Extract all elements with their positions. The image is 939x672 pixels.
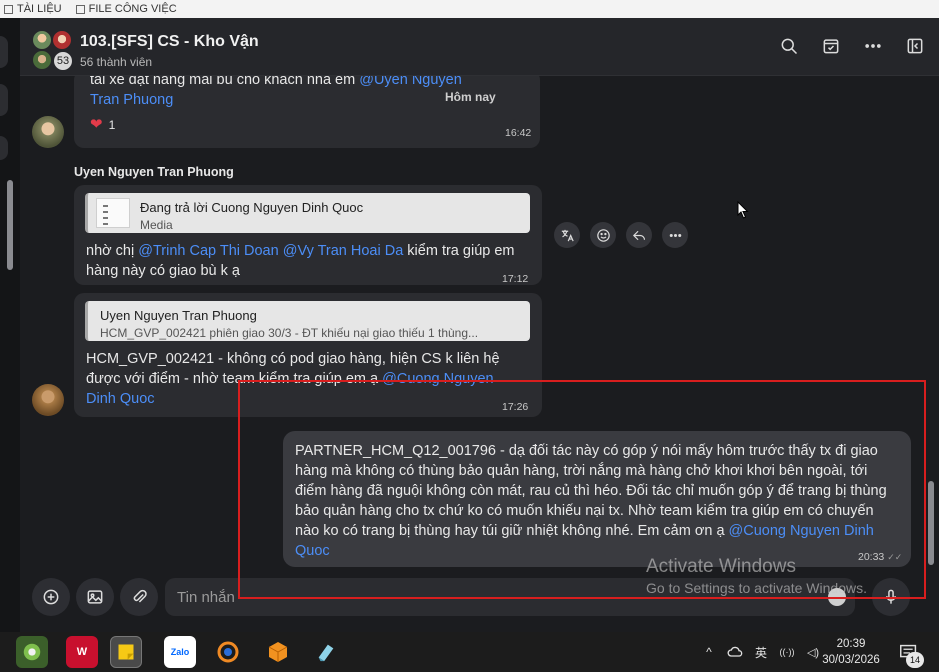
cube-icon (268, 642, 288, 662)
message-text: PARTNER_HCM_Q12_001796 - dạ đối tác này … (295, 443, 887, 559)
header-actions (779, 36, 925, 56)
plus-circle-icon (43, 589, 59, 605)
tool-icon (318, 644, 334, 662)
bookmark-label: TÀI LIỆU (17, 3, 62, 15)
quote-subtitle: Media (140, 218, 173, 232)
taskbar-app-circle[interactable] (212, 636, 244, 668)
quote-subtitle: HCM_GVP_002421 phiên giao 30/3 - ĐT khiế… (100, 326, 479, 340)
mention-link[interactable]: @Trinh Cap Thi Doan (138, 243, 278, 259)
avatar[interactable] (32, 116, 64, 148)
folder-icon (75, 4, 85, 14)
reply-quote[interactable]: Uyen Nguyen Tran Phuong HCM_GVP_002421 p… (85, 301, 530, 341)
clock-date: 30/03/2026 (822, 654, 880, 666)
mouse-cursor-icon (737, 201, 749, 219)
system-tray: ^ 英 ((·)) ◁) (700, 632, 822, 672)
reaction[interactable]: ❤ 1 (90, 115, 115, 135)
browser-icon (23, 643, 41, 661)
rail-item[interactable] (0, 84, 8, 116)
chat-scrollbar[interactable] (928, 481, 934, 565)
avatar[interactable] (32, 384, 64, 416)
member-avatar (32, 30, 52, 50)
message-bubble[interactable]: tài xế đặt hàng mài bù cho khách nha em … (74, 76, 540, 148)
group-title[interactable]: 103.[SFS] CS - Kho Vận (80, 33, 259, 51)
rail-item[interactable] (0, 136, 8, 160)
more-icon[interactable] (863, 36, 883, 56)
image-button[interactable] (76, 578, 114, 616)
date-divider: Hôm nay (445, 90, 496, 104)
media-thumbnail (96, 198, 130, 228)
member-count-badge: 53 (52, 50, 74, 72)
attach-button[interactable] (120, 578, 158, 616)
heart-icon: ❤ (90, 116, 103, 133)
watermark-title: Activate Windows (646, 556, 796, 577)
member-avatar (52, 30, 72, 50)
mention-link[interactable]: @Vy Tran Hoai Da (283, 243, 404, 259)
app-ring-icon (217, 641, 239, 663)
message-list[interactable]: tài xế đặt hàng mài bù cho khách nha em … (20, 76, 939, 572)
tray-expand-icon[interactable]: ^ (700, 643, 718, 661)
rail-item[interactable] (0, 36, 8, 68)
watermark-subtitle: Go to Settings to activate Windows. (646, 580, 867, 596)
taskbar-app-tool[interactable] (310, 636, 342, 668)
bookmark-label: FILE CÔNG VIỆC (88, 3, 177, 15)
taskbar-app-orange[interactable] (262, 636, 294, 668)
message-time: 16:42 (505, 127, 532, 139)
sticky-note-icon (118, 644, 134, 660)
left-rail (0, 18, 20, 632)
wps-icon: W (76, 646, 88, 658)
message-text: nhờ chị @Trinh Cap Thi Doan @Vy Tran Hoa… (86, 243, 515, 279)
language-icon[interactable]: 英 (752, 643, 770, 661)
voice-button[interactable] (872, 578, 910, 616)
search-icon[interactable] (779, 36, 799, 56)
sidebar-toggle-icon[interactable] (905, 36, 925, 56)
chat-header: 53 103.[SFS] CS - Kho Vận 56 thành viên (20, 18, 939, 76)
wifi-icon[interactable]: ((·)) (778, 643, 796, 661)
bookmark-tai-lieu[interactable]: TÀI LIỆU (4, 3, 62, 15)
more-icon[interactable] (662, 222, 688, 248)
sender-name[interactable]: Uyen Nguyen Tran Phuong (74, 165, 234, 179)
own-message-bubble[interactable]: PARTNER_HCM_Q12_001796 - dạ đối tác này … (283, 431, 911, 567)
message-bubble[interactable]: Uyen Nguyen Tran Phuong HCM_GVP_002421 p… (74, 293, 542, 417)
microphone-icon (886, 589, 896, 604)
message-text: tài xế đặt hàng mài bù cho khách nha em … (90, 76, 490, 110)
clock[interactable]: 20:39 30/03/2026 (818, 636, 884, 668)
member-count[interactable]: 56 thành viên (80, 55, 152, 69)
image-icon (87, 590, 103, 604)
activation-watermark: Activate Windows Go to Settings to activ… (646, 556, 867, 596)
group-avatar[interactable]: 53 (32, 30, 74, 72)
bookmarks-bar: TÀI LIỆU FILE CÔNG VIỆC (0, 0, 939, 18)
read-status: ✓✓ (887, 552, 903, 562)
translate-icon[interactable] (554, 222, 580, 248)
taskbar-app-wps[interactable]: W (66, 636, 98, 668)
zalo-icon: Zalo (170, 647, 190, 657)
reply-quote[interactable]: Đang trả lời Cuong Nguyen Dinh Quoc Medi… (85, 193, 530, 233)
reaction-count: 1 (108, 118, 116, 132)
folder-icon (4, 4, 13, 14)
task-icon[interactable] (821, 36, 841, 56)
screen: TÀI LIỆU FILE CÔNG VIỆC 53 103.[SFS] CS … (0, 0, 939, 672)
message-actions (554, 222, 688, 248)
message-time: 17:26 (502, 401, 529, 413)
notification-badge: 14 (906, 652, 924, 668)
member-avatar (32, 50, 52, 70)
emoji-react-icon[interactable] (590, 222, 616, 248)
rail-scrollbar[interactable] (7, 180, 13, 270)
quote-title: Đang trả lời Cuong Nguyen Dinh Quoc (140, 200, 364, 215)
message-bubble[interactable]: Đang trả lời Cuong Nguyen Dinh Quoc Medi… (74, 185, 542, 285)
taskbar-app-zalo[interactable]: Zalo (164, 636, 196, 668)
taskbar-app-browser[interactable] (16, 636, 48, 668)
clock-time: 20:39 (836, 638, 866, 650)
taskbar-app-notes[interactable] (110, 636, 142, 668)
paperclip-icon (133, 589, 147, 603)
cloud-icon[interactable] (726, 643, 744, 661)
taskbar: W Zalo ^ 英 ((·)) ◁) 20:39 30/03/2026 14 (0, 632, 939, 672)
message-time: 17:12 (502, 273, 529, 285)
reply-icon[interactable] (626, 222, 652, 248)
message-text: HCM_GVP_002421 - không có pod giao hàng,… (86, 351, 500, 407)
add-button[interactable] (32, 578, 70, 616)
bookmark-file-cong-viec[interactable]: FILE CÔNG VIỆC (75, 3, 177, 15)
